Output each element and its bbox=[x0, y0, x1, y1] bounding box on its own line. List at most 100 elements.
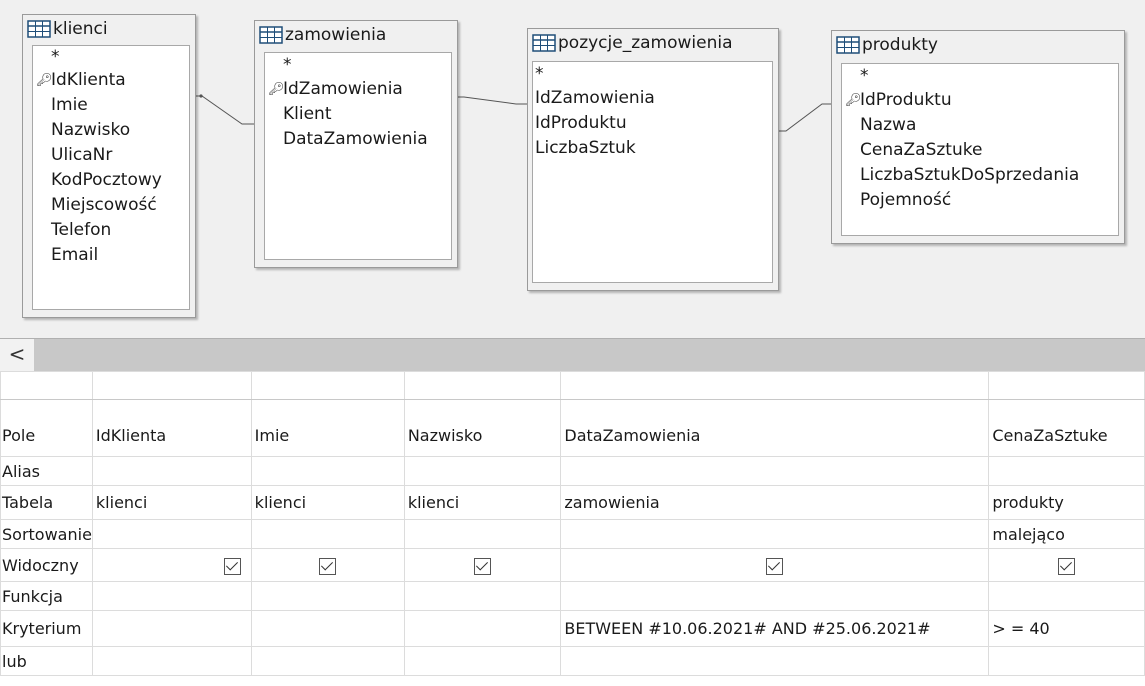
field-all[interactable]: * bbox=[533, 66, 772, 86]
table-title-zamowienia[interactable]: zamowienia bbox=[259, 23, 386, 47]
field-all[interactable]: * bbox=[33, 49, 189, 68]
field-miejscowosc[interactable]: Miejscowość bbox=[33, 193, 189, 218]
field-liczbasztuk[interactable]: LiczbaSztuk bbox=[533, 136, 772, 161]
visible-checkbox[interactable] bbox=[1058, 557, 1076, 575]
field-idproduktu[interactable]: IdProduktu bbox=[533, 111, 772, 136]
query-design-grid[interactable]: Pole IdKlienta Imie Nazwisko DataZamowie… bbox=[0, 371, 1145, 686]
cell-pole-4[interactable]: DataZamowienia bbox=[560, 399, 990, 457]
horizontal-scrollbar[interactable]: < bbox=[0, 338, 1145, 372]
cell-widoczny-4[interactable] bbox=[560, 548, 990, 582]
field-liczbasztukdosprzedania[interactable]: LiczbaSztukDoSprzedania bbox=[842, 163, 1118, 188]
cell-widoczny-3[interactable] bbox=[403, 548, 562, 582]
field-idzamowienia[interactable]: IdZamowienia bbox=[533, 86, 772, 111]
cell-tabela-1[interactable]: klienci bbox=[91, 485, 252, 520]
cell-pole-3[interactable]: Nazwisko bbox=[403, 399, 562, 457]
relation-line-zamowienia-pozycje bbox=[456, 96, 527, 105]
field-datazamowienia[interactable]: DataZamowienia bbox=[265, 127, 451, 152]
field-pojemnosc[interactable]: Pojemność bbox=[842, 188, 1118, 213]
cell-lub-4[interactable] bbox=[560, 646, 990, 676]
field-all[interactable]: * bbox=[842, 68, 1118, 88]
table-window-produkty[interactable]: produkty * 🔑︎ IdProduktu Nazwa CenaZaSztu… bbox=[831, 30, 1125, 244]
field-nazwisko[interactable]: Nazwisko bbox=[33, 118, 189, 143]
cell-tabela-5[interactable]: produkty bbox=[988, 485, 1145, 520]
cell-kryterium-1[interactable] bbox=[91, 610, 252, 647]
cell-pole-1[interactable]: IdKlienta bbox=[91, 399, 252, 457]
cell-sortowanie-2[interactable] bbox=[250, 519, 405, 549]
field-idzamowienia[interactable]: 🔑︎ IdZamowienia bbox=[265, 77, 451, 102]
cell-funkcja-4[interactable] bbox=[560, 581, 990, 611]
table-relations-pane[interactable]: klienci * 🔑︎ IdKlienta Imie Nazwisko Ulic… bbox=[0, 0, 1145, 338]
visible-checkbox[interactable] bbox=[223, 557, 241, 575]
table-title-klienci[interactable]: klienci bbox=[27, 17, 108, 41]
cell-funkcja-3[interactable] bbox=[403, 581, 562, 611]
table-window-zamowienia[interactable]: zamowienia * 🔑︎ IdZamowienia Klient DataZ… bbox=[254, 20, 458, 268]
cell-funkcja-2[interactable] bbox=[250, 581, 405, 611]
table-title-produkty[interactable]: produkty bbox=[836, 33, 938, 57]
cell-lub-5[interactable] bbox=[988, 646, 1145, 676]
field-idproduktu[interactable]: 🔑︎ IdProduktu bbox=[842, 88, 1118, 113]
field-list-klienci[interactable]: * 🔑︎ IdKlienta Imie Nazwisko UlicaNr KodP… bbox=[32, 45, 190, 310]
column-header-5[interactable] bbox=[988, 371, 1145, 400]
field-idklienta[interactable]: 🔑︎ IdKlienta bbox=[33, 68, 189, 93]
row-label-alias: Alias bbox=[0, 456, 93, 486]
table-window-pozycje-zamowienia[interactable]: pozycje_zamowienia * IdZamowienia IdProd… bbox=[527, 28, 779, 291]
cell-widoczny-1[interactable] bbox=[91, 548, 252, 582]
cell-funkcja-1[interactable] bbox=[91, 581, 252, 611]
row-label-sortowanie: Sortowanie bbox=[0, 519, 93, 549]
field-kodpocztowy[interactable]: KodPocztowy bbox=[33, 168, 189, 193]
cell-kryterium-2[interactable] bbox=[250, 610, 405, 647]
cell-pole-5[interactable]: CenaZaSztuke bbox=[988, 399, 1145, 457]
field-telefon[interactable]: Telefon bbox=[33, 218, 189, 243]
table-window-klienci[interactable]: klienci * 🔑︎ IdKlienta Imie Nazwisko Ulic… bbox=[22, 14, 196, 318]
cell-pole-2[interactable]: Imie bbox=[250, 399, 405, 457]
field-all[interactable]: * bbox=[265, 57, 451, 77]
cell-tabela-3[interactable]: klienci bbox=[403, 485, 562, 520]
visible-checkbox[interactable] bbox=[766, 557, 784, 575]
field-cenazasztuke[interactable]: CenaZaSztuke bbox=[842, 138, 1118, 163]
cell-sortowanie-3[interactable] bbox=[403, 519, 562, 549]
grid-row-lub: lub bbox=[0, 646, 1145, 676]
cell-sortowanie-4[interactable] bbox=[560, 519, 990, 549]
cell-alias-3[interactable] bbox=[403, 456, 562, 486]
field-email[interactable]: Email bbox=[33, 243, 189, 268]
visible-checkbox[interactable] bbox=[319, 557, 337, 575]
field-imie[interactable]: Imie bbox=[33, 93, 189, 118]
cell-widoczny-2[interactable] bbox=[250, 548, 405, 582]
table-icon bbox=[836, 36, 860, 54]
cell-alias-1[interactable] bbox=[91, 456, 252, 486]
field-list-produkty[interactable]: * 🔑︎ IdProduktu Nazwa CenaZaSztuke Liczba… bbox=[841, 63, 1119, 236]
field-ulicanr[interactable]: UlicaNr bbox=[33, 143, 189, 168]
table-title-pozycje-zamowienia[interactable]: pozycje_zamowienia bbox=[532, 31, 733, 55]
cell-sortowanie-1[interactable] bbox=[91, 519, 252, 549]
column-header-1[interactable] bbox=[91, 371, 252, 400]
field-list-pozycje-zamowienia[interactable]: * IdZamowienia IdProduktu LiczbaSztuk bbox=[532, 61, 773, 283]
column-header-2[interactable] bbox=[250, 371, 405, 400]
cell-funkcja-5[interactable] bbox=[988, 581, 1145, 611]
row-label-widoczny: Widoczny bbox=[0, 548, 93, 582]
relation-line-pozycje-produkty bbox=[777, 103, 831, 132]
field-nazwa[interactable]: Nazwa bbox=[842, 113, 1118, 138]
cell-lub-3[interactable] bbox=[403, 646, 562, 676]
cell-kryterium-3[interactable] bbox=[403, 610, 562, 647]
cell-lub-1[interactable] bbox=[91, 646, 252, 676]
cell-alias-4[interactable] bbox=[560, 456, 990, 486]
cell-widoczny-5[interactable] bbox=[988, 548, 1145, 582]
cell-lub-2[interactable] bbox=[250, 646, 405, 676]
relation-line-klienci-zamowienia bbox=[194, 95, 254, 125]
cell-tabela-2[interactable]: klienci bbox=[250, 485, 405, 520]
field-list-zamowienia[interactable]: * 🔑︎ IdZamowienia Klient DataZamowienia bbox=[264, 52, 452, 260]
field-klient[interactable]: Klient bbox=[265, 102, 451, 127]
cell-alias-5[interactable] bbox=[988, 456, 1145, 486]
column-header-4[interactable] bbox=[560, 371, 990, 400]
scroll-left-arrow-icon[interactable]: < bbox=[0, 339, 34, 371]
cell-kryterium-4[interactable]: BETWEEN #10.06.2021# AND #25.06.2021# bbox=[560, 610, 990, 647]
column-header-3[interactable] bbox=[403, 371, 562, 400]
cell-tabela-4[interactable]: zamowienia bbox=[560, 485, 990, 520]
visible-checkbox[interactable] bbox=[474, 557, 492, 575]
cell-alias-2[interactable] bbox=[250, 456, 405, 486]
scroll-left-glyph: < bbox=[8, 342, 26, 366]
cell-kryterium-5[interactable]: > = 40 bbox=[988, 610, 1145, 647]
cell-sortowanie-5[interactable]: malejąco bbox=[988, 519, 1145, 549]
grid-row-funkcja: Funkcja bbox=[0, 581, 1145, 611]
row-label-lub: lub bbox=[0, 646, 93, 676]
